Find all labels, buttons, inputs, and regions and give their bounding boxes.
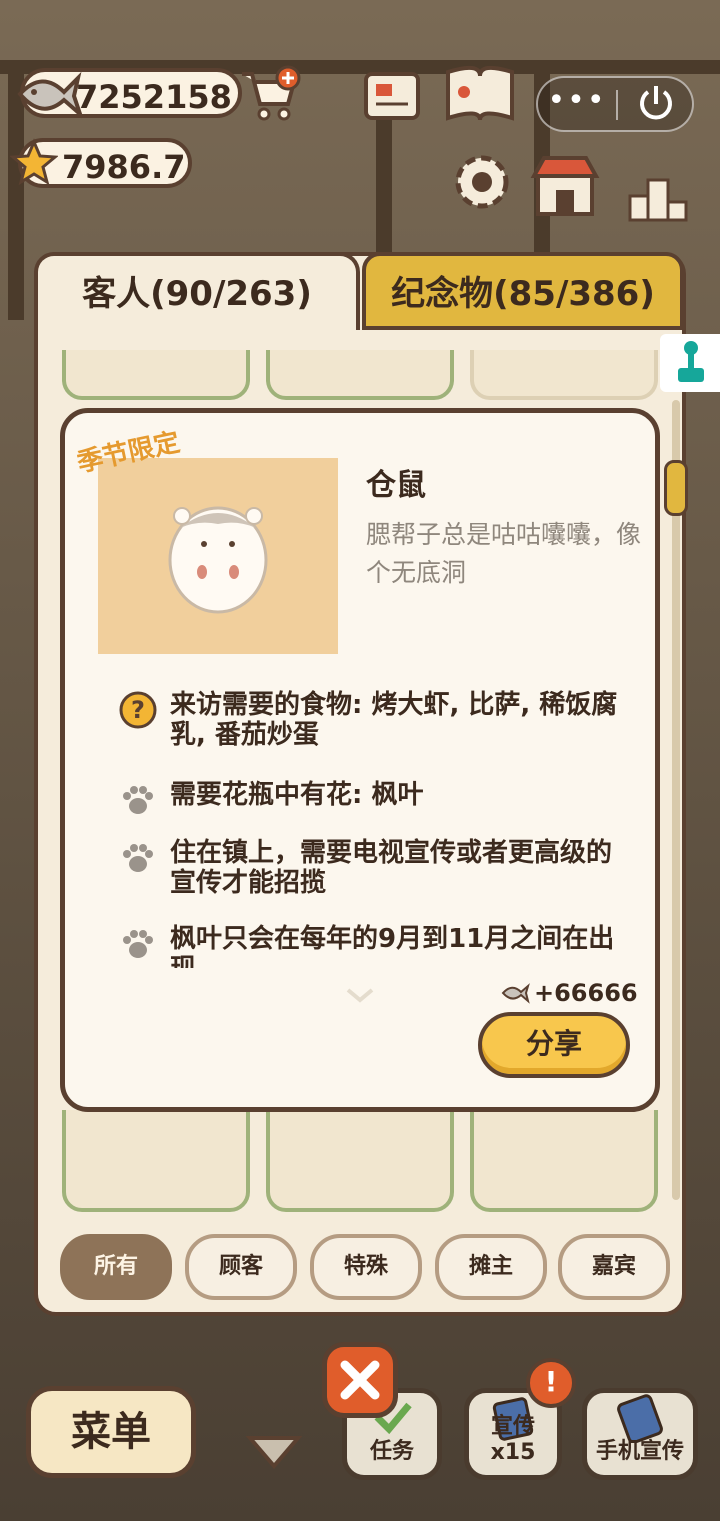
collapse-arrow-icon[interactable] xyxy=(246,1432,302,1472)
tab-guests[interactable]: 客人(90/263) xyxy=(34,252,360,330)
power-icon xyxy=(640,86,672,120)
requirement-vase: 需要花瓶中有花: 枫叶 xyxy=(118,780,628,816)
notebook-icon[interactable] xyxy=(362,68,422,124)
exit-power-button[interactable] xyxy=(618,78,694,130)
tab-souvenirs[interactable]: 纪念物(85/386) xyxy=(362,252,684,330)
shop-cart-button[interactable] xyxy=(238,64,302,126)
fish-icon xyxy=(501,983,530,1004)
reward: +66666 xyxy=(500,978,638,1008)
promotion-label: 宣传x15 xyxy=(490,1414,536,1465)
phone-promotion-label: 手机宣传 xyxy=(595,1439,684,1464)
hamster-illustration xyxy=(168,506,268,614)
alert-badge: ! xyxy=(526,1358,576,1408)
scroll-thumb[interactable] xyxy=(664,460,688,516)
side-game-button[interactable] xyxy=(660,334,720,392)
paw-icon xyxy=(123,844,153,872)
requirement-food: ? 来访需要的食物: 烤大虾, 比萨, 稀饭腐乳, 番茄炒蛋 xyxy=(118,690,628,754)
paw-icon xyxy=(123,786,153,814)
scroll-down-hint-icon xyxy=(346,988,374,1003)
requirement-text: 枫叶只会在每年的9月到11月之间在出现 xyxy=(170,924,615,968)
ranking-icon[interactable] xyxy=(626,168,690,224)
filter-customers[interactable]: 顾客 xyxy=(185,1234,297,1300)
requirement-promotion: 住在镇上，需要电视宣传或者更高级的宣传才能招揽 xyxy=(118,838,628,902)
star-icon xyxy=(10,138,58,186)
reward-amount: +66666 xyxy=(534,979,638,1007)
menu-button[interactable]: 菜单 xyxy=(26,1386,196,1478)
requirement-season: 枫叶只会在每年的9月到11月之间在出现 xyxy=(118,924,628,968)
filter-guests[interactable]: 嘉宾 xyxy=(558,1234,670,1300)
guest-portrait xyxy=(98,458,338,654)
question-icon: ? xyxy=(119,691,157,729)
joystick-icon xyxy=(678,341,704,382)
requirement-text: 住在镇上，需要电视宣传或者更高级的宣传才能招揽 xyxy=(170,838,613,898)
guest-name: 仓鼠 xyxy=(366,468,426,503)
fish-currency-amount: 7252158 xyxy=(76,78,232,116)
share-button[interactable]: 分享 xyxy=(478,1012,630,1078)
filter-special[interactable]: 特殊 xyxy=(310,1234,422,1300)
paw-book-icon[interactable] xyxy=(442,62,518,126)
store-icon[interactable] xyxy=(530,150,600,220)
fish-icon xyxy=(17,71,82,119)
more-options-icon[interactable]: ••• xyxy=(538,78,616,130)
filter-vendors[interactable]: 摊主 xyxy=(435,1234,547,1300)
requirement-season-clip: 枫叶只会在每年的9月到11月之间在出现 xyxy=(118,924,628,968)
cart-plus-icon xyxy=(242,65,301,121)
settings-gear-icon[interactable] xyxy=(450,150,514,214)
star-currency-amount: 7986.7 xyxy=(62,148,186,186)
close-icon xyxy=(340,1360,380,1400)
task-label: 任务 xyxy=(369,1439,414,1464)
miniprogram-capsule: ••• xyxy=(536,76,694,132)
phone-promotion-button[interactable]: 手机宣传 xyxy=(582,1388,698,1480)
svg-text:?: ? xyxy=(131,696,145,724)
requirement-text: 需要花瓶中有花: 枫叶 xyxy=(170,780,424,810)
guest-description: 腮帮子总是咕咕囔囔，像个无底洞 xyxy=(366,520,642,587)
requirement-text: 来访需要的食物: 烤大虾, 比萨, 稀饭腐乳, 番茄炒蛋 xyxy=(170,690,618,750)
close-popup-button[interactable] xyxy=(322,1342,398,1418)
list-scrollbar[interactable] xyxy=(672,400,680,1200)
paw-icon xyxy=(123,930,153,958)
filter-all[interactable]: 所有 xyxy=(60,1234,172,1300)
